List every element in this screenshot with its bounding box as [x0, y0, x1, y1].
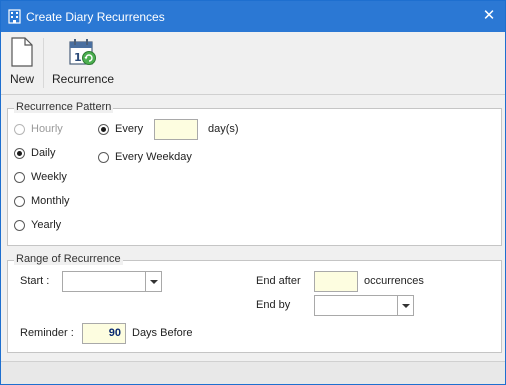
radio-hourly-label: Hourly — [31, 123, 63, 135]
range-of-recurrence-group: Range of Recurrence Start : End after oc… — [7, 253, 502, 353]
toolbar-divider — [1, 94, 505, 95]
start-date-combo[interactable] — [62, 271, 162, 292]
recurrence-button-label: Recurrence — [51, 72, 115, 86]
recurrence-button[interactable]: 1 Recurrence — [49, 32, 117, 92]
radio-monthly[interactable]: Monthly — [14, 193, 70, 209]
dialog-window: Create Diary Recurrences ✕ New 1 Recurre… — [0, 0, 506, 385]
end-by-combo[interactable] — [314, 295, 414, 316]
radio-weekly-label: Weekly — [31, 171, 67, 183]
radio-monthly-label: Monthly — [31, 195, 70, 207]
radio-circle — [14, 219, 25, 231]
radio-circle — [14, 195, 25, 207]
radio-circle — [14, 147, 25, 159]
radio-yearly[interactable]: Yearly — [14, 217, 61, 233]
document-icon — [11, 37, 33, 67]
window-title: Create Diary Recurrences — [26, 10, 165, 24]
radio-hourly[interactable]: Hourly — [14, 121, 63, 137]
chevron-down-icon[interactable] — [397, 296, 413, 315]
end-by-label: End by — [256, 299, 291, 311]
chevron-down-icon[interactable] — [145, 272, 161, 291]
reminder-unit: Days Before — [132, 327, 193, 339]
building-icon — [8, 9, 21, 24]
end-after-input[interactable] — [314, 271, 358, 292]
recurrence-pattern-group: Recurrence Pattern Hourly Daily Weekly M… — [7, 101, 502, 246]
reminder-days-input[interactable]: 90 — [82, 323, 126, 344]
calendar-recurrence-icon: 1 — [69, 39, 96, 65]
toolbar-separator — [43, 38, 44, 88]
radio-every-days[interactable]: Every — [98, 121, 143, 137]
radio-every-weekday-label: Every Weekday — [115, 151, 192, 163]
close-icon: ✕ — [482, 7, 496, 24]
occurrences-label: occurrences — [364, 275, 424, 287]
svg-text:1: 1 — [74, 51, 82, 64]
radio-circle — [98, 123, 109, 135]
recurrence-pattern-legend: Recurrence Pattern — [14, 101, 114, 113]
start-label: Start : — [20, 275, 50, 287]
radio-yearly-label: Yearly — [31, 219, 62, 231]
radio-weekly[interactable]: Weekly — [14, 169, 67, 185]
end-after-label: End after — [256, 275, 301, 287]
every-days-input[interactable] — [154, 119, 198, 140]
every-days-unit: day(s) — [208, 123, 239, 135]
radio-every-label: Every — [115, 123, 144, 135]
radio-circle — [14, 171, 25, 183]
status-bar — [1, 361, 505, 384]
radio-daily-label: Daily — [31, 147, 56, 159]
title-bar[interactable]: Create Diary Recurrences ✕ — [1, 1, 505, 32]
radio-circle — [14, 123, 25, 135]
new-button-label: New — [9, 72, 34, 86]
new-button[interactable]: New — [5, 32, 39, 92]
radio-daily[interactable]: Daily — [14, 145, 55, 161]
toolbar: New 1 Recurrence — [1, 32, 505, 94]
radio-circle — [98, 151, 109, 163]
radio-every-weekday[interactable]: Every Weekday — [98, 149, 192, 165]
close-button[interactable]: ✕ — [481, 8, 497, 24]
reminder-label: Reminder : — [20, 327, 74, 339]
range-of-recurrence-legend: Range of Recurrence — [14, 253, 123, 265]
